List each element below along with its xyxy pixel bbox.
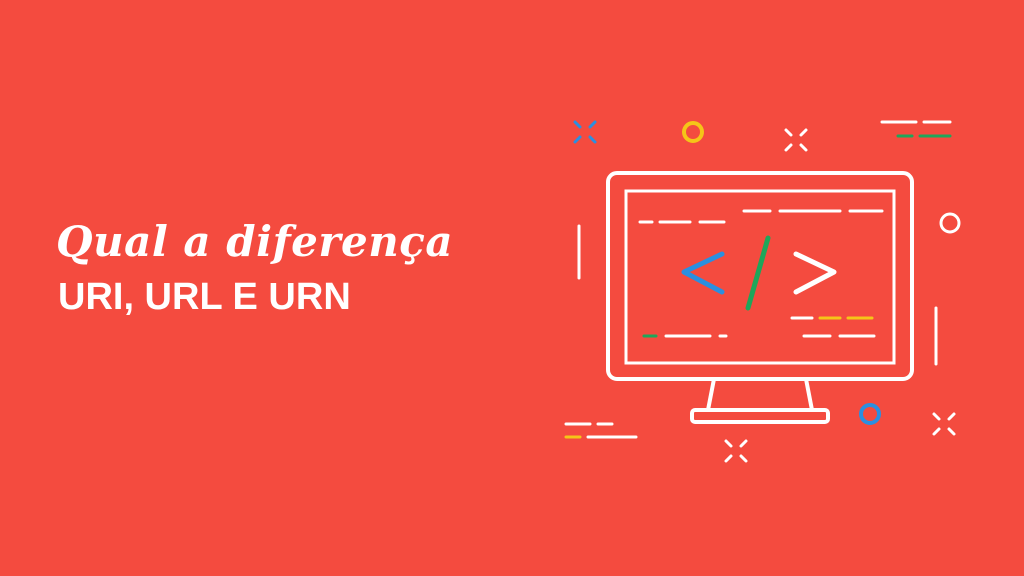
screen-bottom-dashes: [642, 316, 876, 338]
code-tag-icon: [681, 235, 837, 311]
slash-stroke: [745, 235, 771, 311]
blue-sparkle-icon: [573, 120, 597, 144]
monitor-stand: [706, 378, 814, 412]
bottom-sparkle-icon: [724, 439, 748, 463]
monitor-base: [690, 408, 830, 424]
banner: Qual a diferença URI, URL E URN: [0, 0, 1024, 576]
screen-top-dashes: [638, 209, 884, 224]
bottom-left-dashes: [564, 422, 638, 439]
computer-monitor-code-icon: [564, 120, 961, 463]
subtitle: URI, URL E URN: [58, 276, 351, 318]
bottom-right-sparkle-icon: [932, 412, 956, 436]
greater-than-bracket: [793, 251, 837, 295]
monitor-frame: [606, 171, 914, 381]
yellow-ring-icon: [682, 121, 704, 143]
script-title: Qual a diferença: [56, 217, 454, 266]
monitor-illustration: [540, 96, 980, 476]
white-sparkle-icon: [784, 128, 808, 152]
blue-ring-icon: [859, 403, 881, 425]
title-block: Qual a diferença URI, URL E URN: [56, 214, 496, 320]
white-ring-icon: [939, 212, 961, 234]
less-than-bracket: [681, 251, 725, 295]
top-right-dashes: [880, 120, 952, 138]
